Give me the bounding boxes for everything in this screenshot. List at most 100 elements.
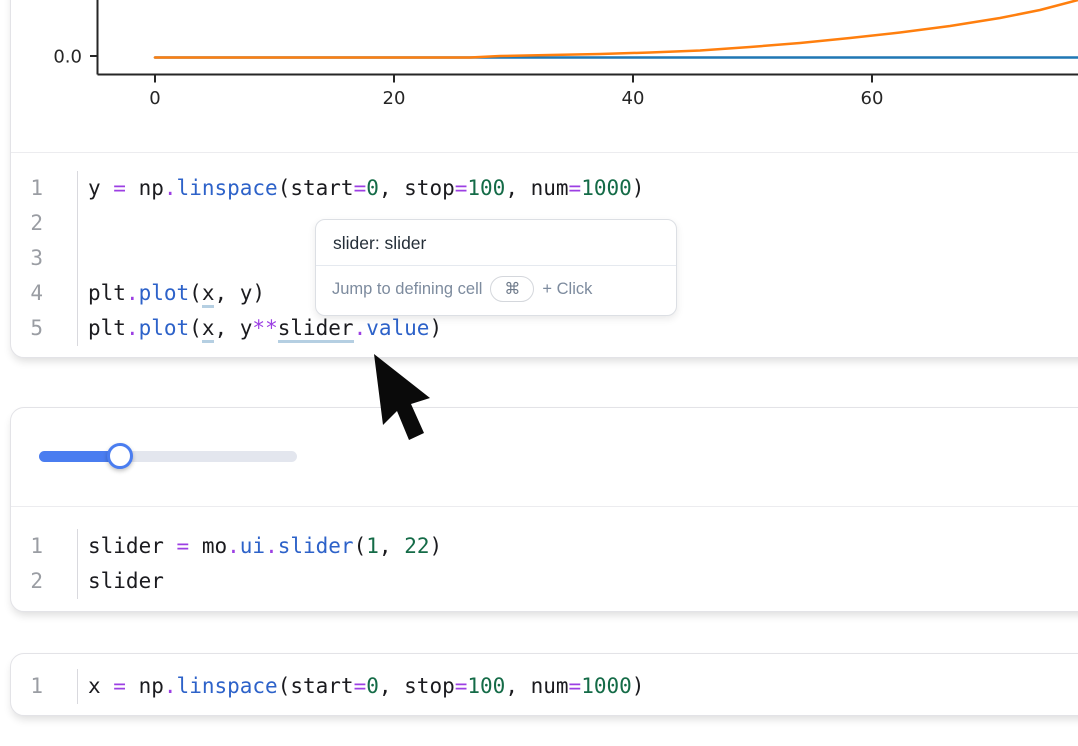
code-text[interactable]: plt.plot(x, y**slider.value) (78, 311, 442, 346)
code-token[interactable]: = (354, 176, 367, 200)
cross-cell-variable[interactable]: x (202, 281, 215, 308)
code-token[interactable]: 1000 (581, 176, 632, 200)
code-text[interactable]: x = np.linspace(start=0, stop=100, num=1… (78, 669, 644, 704)
code-token[interactable]: np (126, 674, 164, 698)
code-token[interactable]: 100 (467, 176, 505, 200)
code-token[interactable]: . (126, 316, 139, 340)
code-token[interactable]: , num (505, 176, 568, 200)
cell-slider[interactable]: 1slider = mo.ui.slider(1, 22)2slider (10, 407, 1078, 612)
code-token[interactable]: ui (240, 534, 265, 558)
code-line[interactable]: 2 slider (11, 564, 1078, 599)
code-token[interactable]: 1000 (581, 674, 632, 698)
code-token[interactable]: 0 (366, 176, 379, 200)
line-number: 4 (11, 276, 78, 311)
code-token[interactable]: value (366, 316, 429, 340)
code-text[interactable]: plt.plot(x, y) (78, 276, 265, 311)
code-token[interactable]: ( (189, 281, 202, 305)
slider-track[interactable] (39, 451, 297, 462)
code-token[interactable]: slider (88, 534, 177, 558)
code-token[interactable]: y (88, 176, 113, 200)
code-token[interactable]: = (569, 674, 582, 698)
code-token[interactable]: , stop (379, 176, 455, 200)
code-token[interactable]: 0 (366, 674, 379, 698)
code-token[interactable]: , (379, 534, 404, 558)
line-number: 2 (11, 564, 78, 599)
tooltip-variable-name: slider: slider (316, 220, 676, 265)
x-tick-label: 20 (383, 88, 406, 109)
cell-x-definition[interactable]: 1x = np.linspace(start=0, stop=100, num=… (10, 653, 1078, 716)
line-number: 1 (11, 171, 78, 206)
code-token[interactable]: (start (278, 176, 354, 200)
code-token[interactable]: , y) (214, 281, 265, 305)
code-text[interactable]: y = np.linspace(start=0, stop=100, num=1… (78, 171, 644, 206)
y-tick-label: 0.0 (53, 47, 82, 68)
code-text[interactable] (78, 241, 88, 276)
code-token[interactable]: x (88, 674, 113, 698)
line-number: 1 (11, 669, 78, 704)
code-token[interactable]: slider (278, 534, 354, 558)
cmd-key-badge: ⌘ (490, 276, 534, 302)
code-text[interactable]: slider = mo.ui.slider(1, 22) (78, 529, 442, 564)
code-token[interactable]: ** (252, 316, 277, 340)
code-editor[interactable]: 1slider = mo.ui.slider(1, 22)2slider (11, 507, 1078, 599)
variable-tooltip: slider: slider Jump to defining cell ⌘ +… (315, 219, 677, 316)
code-text[interactable]: slider (78, 564, 164, 599)
plot-line (155, 0, 1078, 58)
code-token[interactable]: ( (354, 534, 367, 558)
code-line[interactable]: 1x = np.linspace(start=0, stop=100, num=… (11, 669, 1078, 704)
code-token[interactable]: . (164, 674, 177, 698)
x-tick-label: 60 (861, 88, 884, 109)
slider-thumb[interactable] (107, 443, 133, 469)
code-token[interactable]: plot (139, 281, 190, 305)
line-number: 1 (11, 529, 78, 564)
code-token[interactable]: (start (278, 674, 354, 698)
matplotlib-output: 02040600.0 (11, 0, 1078, 153)
code-token[interactable]: plt (88, 316, 126, 340)
line-number: 5 (11, 311, 78, 346)
line-number: 3 (11, 241, 78, 276)
code-line[interactable]: 1y = np.linspace(start=0, stop=100, num=… (11, 171, 1078, 206)
code-token[interactable]: ) (632, 176, 645, 200)
code-token[interactable]: = (177, 534, 190, 558)
code-line[interactable]: 1slider = mo.ui.slider(1, 22) (11, 529, 1078, 564)
code-token[interactable]: ( (189, 316, 202, 340)
code-token[interactable]: . (126, 281, 139, 305)
code-token[interactable]: = (455, 176, 468, 200)
code-text[interactable] (78, 206, 88, 241)
code-token[interactable]: mo (189, 534, 227, 558)
tooltip-action-suffix: + Click (542, 280, 592, 299)
tooltip-action-row: Jump to defining cell ⌘ + Click (316, 266, 676, 315)
code-token[interactable]: = (455, 674, 468, 698)
code-line[interactable]: 5plt.plot(x, y**slider.value) (11, 311, 1078, 346)
code-token[interactable]: , y (214, 316, 252, 340)
code-token[interactable]: 100 (467, 674, 505, 698)
code-token[interactable]: linspace (177, 176, 278, 200)
code-token[interactable]: . (227, 534, 240, 558)
code-token[interactable]: 22 (404, 534, 429, 558)
plot-data-layer: 02040600.0 (53, 0, 1078, 109)
code-token[interactable]: . (164, 176, 177, 200)
code-editor[interactable]: 1x = np.linspace(start=0, stop=100, num=… (11, 654, 1078, 704)
cross-cell-variable[interactable]: x (202, 316, 215, 343)
code-token[interactable]: = (354, 674, 367, 698)
code-token[interactable]: = (113, 176, 126, 200)
code-token[interactable]: 1 (366, 534, 379, 558)
cross-cell-variable[interactable]: slider (278, 316, 354, 343)
x-tick-label: 40 (622, 88, 645, 109)
code-token[interactable]: plot (139, 316, 190, 340)
code-token[interactable]: . (265, 534, 278, 558)
code-token[interactable]: np (126, 176, 164, 200)
code-token[interactable]: , stop (379, 674, 455, 698)
code-token[interactable]: linspace (177, 674, 278, 698)
code-token[interactable]: ) (429, 316, 442, 340)
code-token[interactable]: plt (88, 281, 126, 305)
code-token[interactable]: ) (632, 674, 645, 698)
mouse-cursor-icon (370, 350, 440, 450)
code-token[interactable]: slider (88, 569, 164, 593)
code-token[interactable]: ) (429, 534, 442, 558)
code-token[interactable]: = (569, 176, 582, 200)
code-token[interactable]: , num (505, 674, 568, 698)
plot-svg: 02040600.0 (11, 0, 1078, 153)
code-token[interactable]: = (113, 674, 126, 698)
code-token[interactable]: . (354, 316, 367, 340)
